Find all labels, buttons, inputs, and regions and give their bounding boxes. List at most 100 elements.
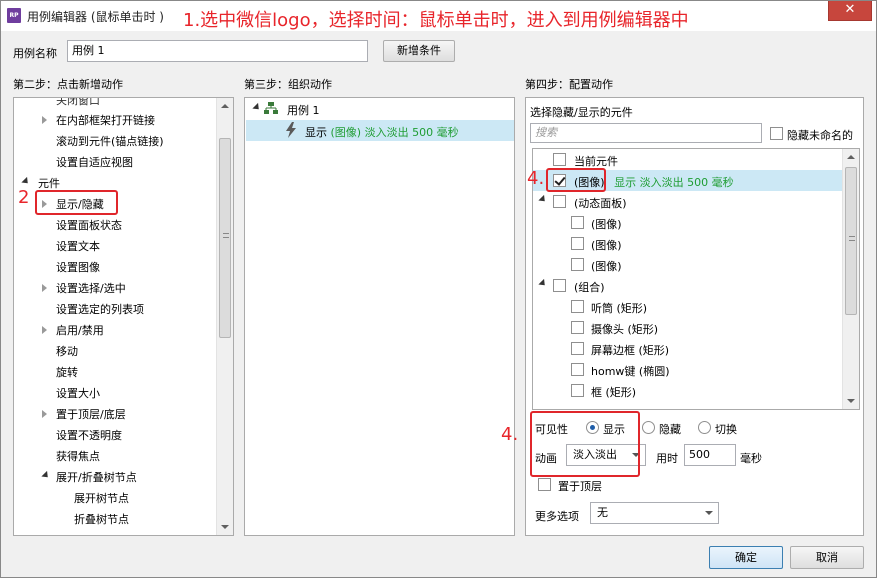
- action-item[interactable]: 旋转: [56, 364, 78, 380]
- action-detail: (图像) 淡入淡出 500 毫秒: [330, 126, 459, 139]
- action-item[interactable]: 设置不透明度: [56, 427, 122, 443]
- widget-rect[interactable]: 屏幕边框 (矩形): [591, 342, 669, 358]
- case-name-label: 用例名称: [13, 47, 57, 60]
- expand-arrow-icon[interactable]: [42, 410, 47, 418]
- widget-checkbox[interactable]: [571, 384, 584, 397]
- expand-arrow-icon[interactable]: [42, 116, 47, 124]
- action-item[interactable]: 获得焦点: [56, 448, 100, 464]
- window-title: 用例编辑器 (鼠标单击时 ): [27, 10, 164, 24]
- scroll-thumb[interactable]: [219, 138, 231, 338]
- widget-rect[interactable]: 摄像头 (矩形): [591, 321, 658, 337]
- hide-unnamed-checkbox[interactable]: [770, 127, 783, 140]
- visibility-toggle-radio[interactable]: [698, 421, 711, 434]
- widget-checkbox[interactable]: [553, 279, 566, 292]
- step3-heading: 第三步：组织动作: [244, 78, 332, 91]
- title-bar: RP 用例编辑器 (鼠标单击时 ) 1.选中微信logo，选择时间：鼠标单击时，…: [1, 1, 876, 31]
- section-widget[interactable]: 元件: [38, 175, 60, 191]
- widget-dynamic-panel[interactable]: (动态面板): [574, 195, 627, 211]
- widget-image[interactable]: (图像): [591, 216, 622, 232]
- step4-heading: 第四步：配置动作: [525, 78, 613, 91]
- ok-button[interactable]: 确定: [709, 546, 783, 569]
- duration-label: 用时: [656, 452, 678, 465]
- widget-checkbox[interactable]: [571, 363, 584, 376]
- action-item[interactable]: 设置选定的列表项: [56, 301, 144, 317]
- visibility-hide-label: 隐藏: [659, 423, 681, 436]
- case-tree-icon: [264, 102, 278, 114]
- action-item[interactable]: 置于顶层/底层: [56, 406, 126, 422]
- widget-checkbox[interactable]: [571, 321, 584, 334]
- widget-action-text: 显示 淡入淡出 500 毫秒: [614, 176, 734, 189]
- visibility-toggle-label: 切换: [715, 423, 737, 436]
- scroll-up-icon[interactable]: [847, 155, 855, 159]
- action-item[interactable]: 移动: [56, 343, 78, 359]
- duration-input[interactable]: 500: [684, 444, 736, 466]
- action-item[interactable]: 设置面板状态: [56, 217, 122, 233]
- annotation-box-step2: [35, 190, 118, 215]
- widget-checkbox[interactable]: [553, 153, 566, 166]
- app-logo-icon: RP: [7, 8, 21, 23]
- step2-heading: 第二步：点击新增动作: [13, 78, 123, 91]
- action-item[interactable]: 设置大小: [56, 385, 100, 401]
- action-item[interactable]: 启用/禁用: [56, 322, 104, 338]
- expand-arrow-icon[interactable]: [42, 326, 47, 334]
- bring-front-label: 置于顶层: [558, 480, 602, 493]
- action-item[interactable]: 设置选择/选中: [56, 280, 126, 296]
- action-item[interactable]: 滚动到元件(锚点链接): [56, 133, 164, 149]
- widget-current[interactable]: 当前元件: [574, 153, 618, 169]
- widget-ellipse[interactable]: homw键 (椭圆): [591, 363, 670, 379]
- widget-rect[interactable]: 听筒 (矩形): [591, 300, 647, 316]
- widget-tree-scrollbar[interactable]: [842, 149, 859, 409]
- widget-image[interactable]: (图像): [591, 237, 622, 253]
- collapse-arrow-icon[interactable]: [538, 194, 548, 205]
- collapse-arrow-icon[interactable]: [21, 176, 31, 187]
- collapse-arrow-icon[interactable]: [538, 278, 548, 289]
- add-condition-button[interactable]: 新增条件: [383, 40, 455, 62]
- widget-search-input[interactable]: 搜索: [530, 123, 762, 143]
- hide-unnamed-label: 隐藏未命名的: [787, 129, 853, 142]
- more-options-select[interactable]: 无: [590, 502, 719, 524]
- widget-checkbox[interactable]: [571, 237, 584, 250]
- annotation-step1: 1.选中微信logo，选择时间：鼠标单击时，进入到用例编辑器中: [183, 10, 689, 31]
- annotation-step3: 4.: [527, 168, 545, 189]
- case-name-input[interactable]: 用例 1: [67, 40, 368, 62]
- lightning-icon: [286, 122, 296, 138]
- scroll-down-icon[interactable]: [221, 525, 229, 529]
- action-item[interactable]: 设置图像: [56, 259, 100, 275]
- annotation-box-step3: [546, 168, 606, 192]
- more-options-value: 无: [597, 506, 608, 519]
- collapse-arrow-icon[interactable]: [41, 470, 51, 481]
- action-item[interactable]: 设置自适应视图: [56, 154, 133, 170]
- action-item[interactable]: 展开树节点: [74, 490, 129, 506]
- widget-checkbox[interactable]: [571, 300, 584, 313]
- widget-checkbox[interactable]: [571, 216, 584, 229]
- visibility-hide-radio[interactable]: [642, 421, 655, 434]
- close-button[interactable]: ✕: [828, 1, 872, 21]
- more-options-label: 更多选项: [535, 510, 579, 523]
- widget-group[interactable]: (组合): [574, 279, 605, 295]
- action-item-partial[interactable]: 关闭窗口: [56, 98, 100, 108]
- action-item[interactable]: 折叠树节点: [74, 511, 129, 527]
- scroll-grip-icon: [849, 236, 855, 241]
- scroll-thumb[interactable]: [845, 167, 857, 315]
- scroll-down-icon[interactable]: [847, 399, 855, 403]
- widget-image[interactable]: (图像): [591, 258, 622, 274]
- widget-checkbox[interactable]: [571, 342, 584, 355]
- collapse-arrow-icon[interactable]: [252, 102, 262, 113]
- action-list-scrollbar[interactable]: [216, 98, 233, 535]
- scroll-up-icon[interactable]: [221, 104, 229, 108]
- annotation-box-step4: [530, 411, 640, 477]
- expand-arrow-icon[interactable]: [42, 284, 47, 292]
- bring-front-checkbox[interactable]: [538, 478, 551, 491]
- action-item[interactable]: 展开/折叠树节点: [56, 469, 137, 485]
- widget-rect[interactable]: 框 (矩形): [591, 384, 636, 400]
- action-list-panel: 关闭窗口 在内部框架打开链接 滚动到元件(锚点链接) 设置自适应视图 元件 显示…: [13, 97, 234, 536]
- case-node-label[interactable]: 用例 1: [287, 102, 320, 118]
- widget-checkbox[interactable]: [571, 258, 584, 271]
- action-item[interactable]: 在内部框架打开链接: [56, 112, 155, 128]
- widget-checkbox[interactable]: [553, 195, 566, 208]
- action-item[interactable]: 设置文本: [56, 238, 100, 254]
- action-line: 显示 (图像) 淡入淡出 500 毫秒: [305, 124, 459, 140]
- cancel-button[interactable]: 取消: [790, 546, 864, 569]
- organize-actions-panel: 用例 1 显示 (图像) 淡入淡出 500 毫秒: [244, 97, 515, 536]
- action-verb: 显示: [305, 126, 327, 139]
